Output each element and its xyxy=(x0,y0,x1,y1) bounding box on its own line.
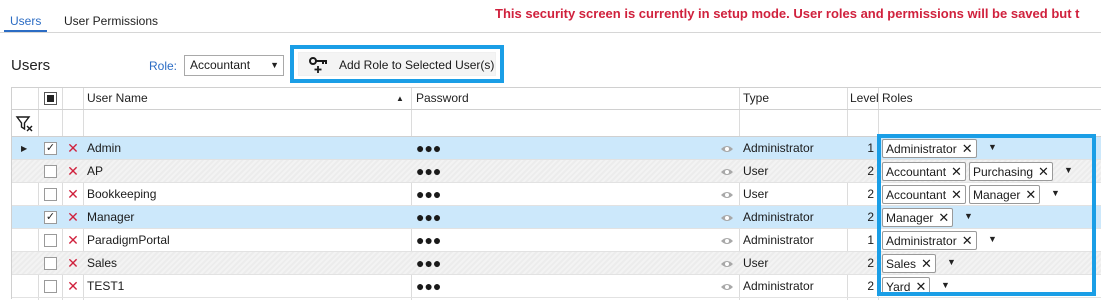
password-cell[interactable]: ●●● xyxy=(416,137,616,160)
password-cell[interactable]: ●●● xyxy=(416,206,616,229)
eye-icon[interactable] xyxy=(720,235,734,247)
type-cell[interactable]: Administrator xyxy=(743,275,843,298)
row-checkbox[interactable]: ✓ xyxy=(44,142,57,155)
eye-icon[interactable] xyxy=(720,189,734,201)
add-role-button[interactable]: Add Role to Selected User(s) xyxy=(298,52,496,76)
level-cell[interactable]: 2 xyxy=(850,275,874,298)
sort-ascending-icon: ▲ xyxy=(396,94,404,103)
level-cell[interactable]: 2 xyxy=(850,183,874,206)
password-cell[interactable]: ●●● xyxy=(416,160,616,183)
user-name-cell[interactable]: Sales xyxy=(87,252,407,275)
column-header-user-name[interactable]: User Name xyxy=(87,88,148,109)
roles-highlight-frame xyxy=(877,134,1096,296)
level-cell[interactable]: 1 xyxy=(850,137,874,160)
column-header-level[interactable]: Level xyxy=(850,88,879,109)
chevron-down-icon: ▼ xyxy=(270,60,279,70)
type-cell[interactable]: User xyxy=(743,160,843,183)
row-checkbox[interactable] xyxy=(44,280,57,293)
delete-x-icon[interactable]: ✕ xyxy=(66,277,80,295)
user-name-cell[interactable]: TEST1 xyxy=(87,275,407,298)
user-name-cell[interactable]: ParadigmPortal xyxy=(87,229,407,252)
user-name-cell[interactable]: Manager xyxy=(87,206,407,229)
level-cell[interactable]: 2 xyxy=(850,206,874,229)
eye-icon[interactable] xyxy=(720,258,734,270)
row-checkbox[interactable]: ✓ xyxy=(44,211,57,224)
page-title: Users xyxy=(11,57,51,74)
eye-icon[interactable] xyxy=(720,166,734,178)
level-cell[interactable]: 2 xyxy=(850,160,874,183)
row-checkbox[interactable] xyxy=(44,257,57,270)
password-cell[interactable]: ●●● xyxy=(416,183,616,206)
add-role-button-label: Add Role to Selected User(s) xyxy=(339,58,495,72)
delete-x-icon[interactable]: ✕ xyxy=(66,162,80,180)
eye-icon[interactable] xyxy=(720,212,734,224)
user-name-cell[interactable]: AP xyxy=(87,160,407,183)
level-cell[interactable]: 2 xyxy=(850,252,874,275)
column-header-roles[interactable]: Roles xyxy=(882,88,913,109)
password-cell[interactable]: ●●● xyxy=(416,229,616,252)
user-name-cell[interactable]: Admin xyxy=(87,137,407,160)
delete-x-icon[interactable]: ✕ xyxy=(66,185,80,203)
row-checkbox[interactable] xyxy=(44,234,57,247)
type-cell[interactable]: Administrator xyxy=(743,137,843,160)
select-all-checkbox[interactable] xyxy=(44,92,57,105)
filter-clear-icon[interactable] xyxy=(15,115,35,133)
type-cell[interactable]: User xyxy=(743,183,843,206)
eye-icon[interactable] xyxy=(720,143,734,155)
setup-mode-warning: This security screen is currently in set… xyxy=(495,6,1080,21)
delete-x-icon[interactable]: ✕ xyxy=(66,139,80,157)
column-header-password[interactable]: Password xyxy=(416,88,469,109)
row-checkbox[interactable] xyxy=(44,165,57,178)
password-cell[interactable]: ●●● xyxy=(416,275,616,298)
password-cell[interactable]: ●●● xyxy=(416,252,616,275)
role-select-value: Accountant xyxy=(190,58,251,72)
type-cell[interactable]: Administrator xyxy=(743,229,843,252)
tab-user-permissions[interactable]: User Permissions xyxy=(58,12,164,32)
delete-x-icon[interactable]: ✕ xyxy=(66,231,80,249)
delete-x-icon[interactable]: ✕ xyxy=(66,254,80,272)
column-header-type[interactable]: Type xyxy=(743,88,769,109)
user-name-cell[interactable]: Bookkeeping xyxy=(87,183,407,206)
row-checkbox[interactable] xyxy=(44,188,57,201)
role-select[interactable]: Accountant ▼ xyxy=(184,55,284,76)
tab-users[interactable]: Users xyxy=(4,12,48,32)
current-row-indicator-icon: ▶ xyxy=(21,144,28,153)
level-cell[interactable]: 1 xyxy=(850,229,874,252)
eye-icon[interactable] xyxy=(720,281,734,293)
key-plus-icon xyxy=(309,57,327,73)
type-cell[interactable]: Administrator xyxy=(743,206,843,229)
role-label: Role: xyxy=(149,59,178,73)
type-cell[interactable]: User xyxy=(743,252,843,275)
delete-x-icon[interactable]: ✕ xyxy=(66,208,80,226)
